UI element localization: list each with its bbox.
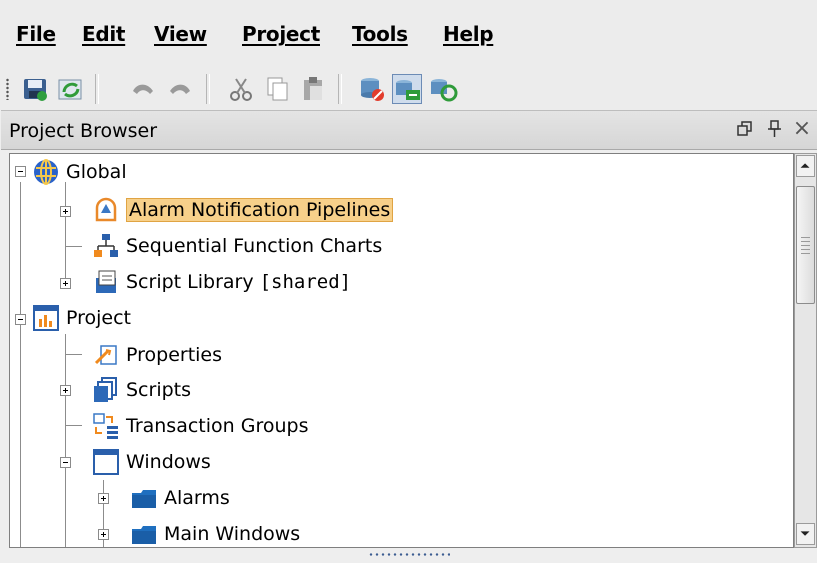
project-tree: Global Alarm Notification Pipelines Sequ… [9, 153, 794, 548]
globe-icon [32, 158, 60, 186]
tree-node-label: Windows [126, 451, 211, 473]
tree-node-main-windows[interactable]: Main Windows [130, 518, 301, 547]
tree-node-label: Scripts [126, 379, 192, 401]
windows-icon [92, 448, 120, 476]
folder-icon [130, 520, 158, 547]
toolbar-separator [95, 74, 99, 104]
tree-node-sfc[interactable]: Sequential Function Charts [92, 230, 382, 262]
toolbar-grip[interactable] [6, 78, 9, 100]
shared-tag: [shared] [259, 271, 352, 293]
paste-icon[interactable] [298, 74, 328, 104]
cut-icon[interactable] [226, 74, 256, 104]
scrollbar-thumb[interactable] [796, 186, 815, 304]
expander-global[interactable] [15, 166, 26, 177]
tree-node-alarm-pipelines[interactable]: Alarm Notification Pipelines [92, 194, 394, 226]
expander-alarms[interactable] [98, 493, 109, 504]
scroll-down-button[interactable] [796, 523, 815, 545]
menu-view[interactable]: View [154, 22, 207, 46]
tree-node-properties[interactable]: Properties [92, 339, 222, 371]
save-icon[interactable] [20, 74, 50, 104]
scrollbar-grip-icon [801, 237, 810, 255]
alarm-pipeline-icon [92, 196, 120, 224]
expander-alarm-pipelines[interactable] [60, 206, 71, 217]
tree-node-label: Project [66, 307, 132, 329]
tree-node-label: Global [66, 161, 127, 183]
project-icon [32, 304, 60, 332]
tree-node-script-library[interactable]: Script Library [shared] [92, 266, 351, 298]
tree-node-project[interactable]: Project [32, 302, 131, 334]
script-library-icon [92, 268, 120, 296]
tree-node-alarms[interactable]: Alarms [130, 482, 230, 514]
expander-windows[interactable] [60, 457, 71, 468]
menu-file[interactable]: File [16, 22, 56, 46]
expander-main-windows[interactable] [98, 529, 109, 540]
tree-node-scripts[interactable]: Scripts [92, 374, 191, 406]
tree-node-label: Sequential Function Charts [126, 235, 383, 257]
scroll-up-button[interactable] [796, 155, 815, 177]
expander-script-library[interactable] [60, 278, 71, 289]
toolbar-separator [338, 74, 342, 104]
sfc-icon [92, 232, 120, 260]
undo-icon[interactable] [128, 74, 158, 104]
menu-project[interactable]: Project [242, 22, 320, 46]
menu-tools[interactable]: Tools [352, 22, 408, 46]
scripts-icon [92, 376, 120, 404]
toolbar-separator [206, 74, 210, 104]
pin-icon[interactable] [763, 117, 787, 141]
comm-read-write-icon[interactable] [392, 74, 422, 104]
menu-bar: File Edit View Project Tools Help [0, 0, 817, 68]
expander-project[interactable] [15, 314, 26, 325]
tree-node-label: Alarm Notification Pipelines [126, 198, 394, 222]
tree-node-label: Main Windows [164, 523, 301, 545]
tree-node-windows[interactable]: Windows [92, 446, 211, 478]
tree-node-label: Properties [126, 344, 223, 366]
project-browser-header: Project Browser × [1, 110, 817, 150]
properties-icon [92, 341, 120, 369]
menu-help[interactable]: Help [443, 22, 494, 46]
tree-node-label: Script Library [126, 271, 254, 293]
database-stop-icon[interactable] [357, 74, 387, 104]
tree-node-global[interactable]: Global [32, 156, 127, 188]
vertical-scrollbar[interactable] [794, 153, 817, 548]
tree-node-transaction-groups[interactable]: Transaction Groups [92, 410, 308, 442]
restore-icon[interactable] [733, 117, 757, 141]
transaction-groups-icon [92, 412, 120, 440]
refresh-icon[interactable] [56, 74, 86, 104]
redo-icon[interactable] [165, 74, 195, 104]
folder-icon [130, 484, 158, 512]
expander-scripts[interactable] [60, 385, 71, 396]
menu-edit[interactable]: Edit [82, 22, 126, 46]
tree-node-label: Alarms [164, 487, 230, 509]
copy-icon[interactable] [262, 74, 292, 104]
panel-resize-grip[interactable] [368, 553, 450, 556]
close-icon[interactable]: × [790, 117, 814, 141]
comm-refresh-icon[interactable] [428, 74, 458, 104]
panel-title: Project Browser [9, 120, 158, 142]
tree-node-label: Transaction Groups [126, 415, 309, 437]
